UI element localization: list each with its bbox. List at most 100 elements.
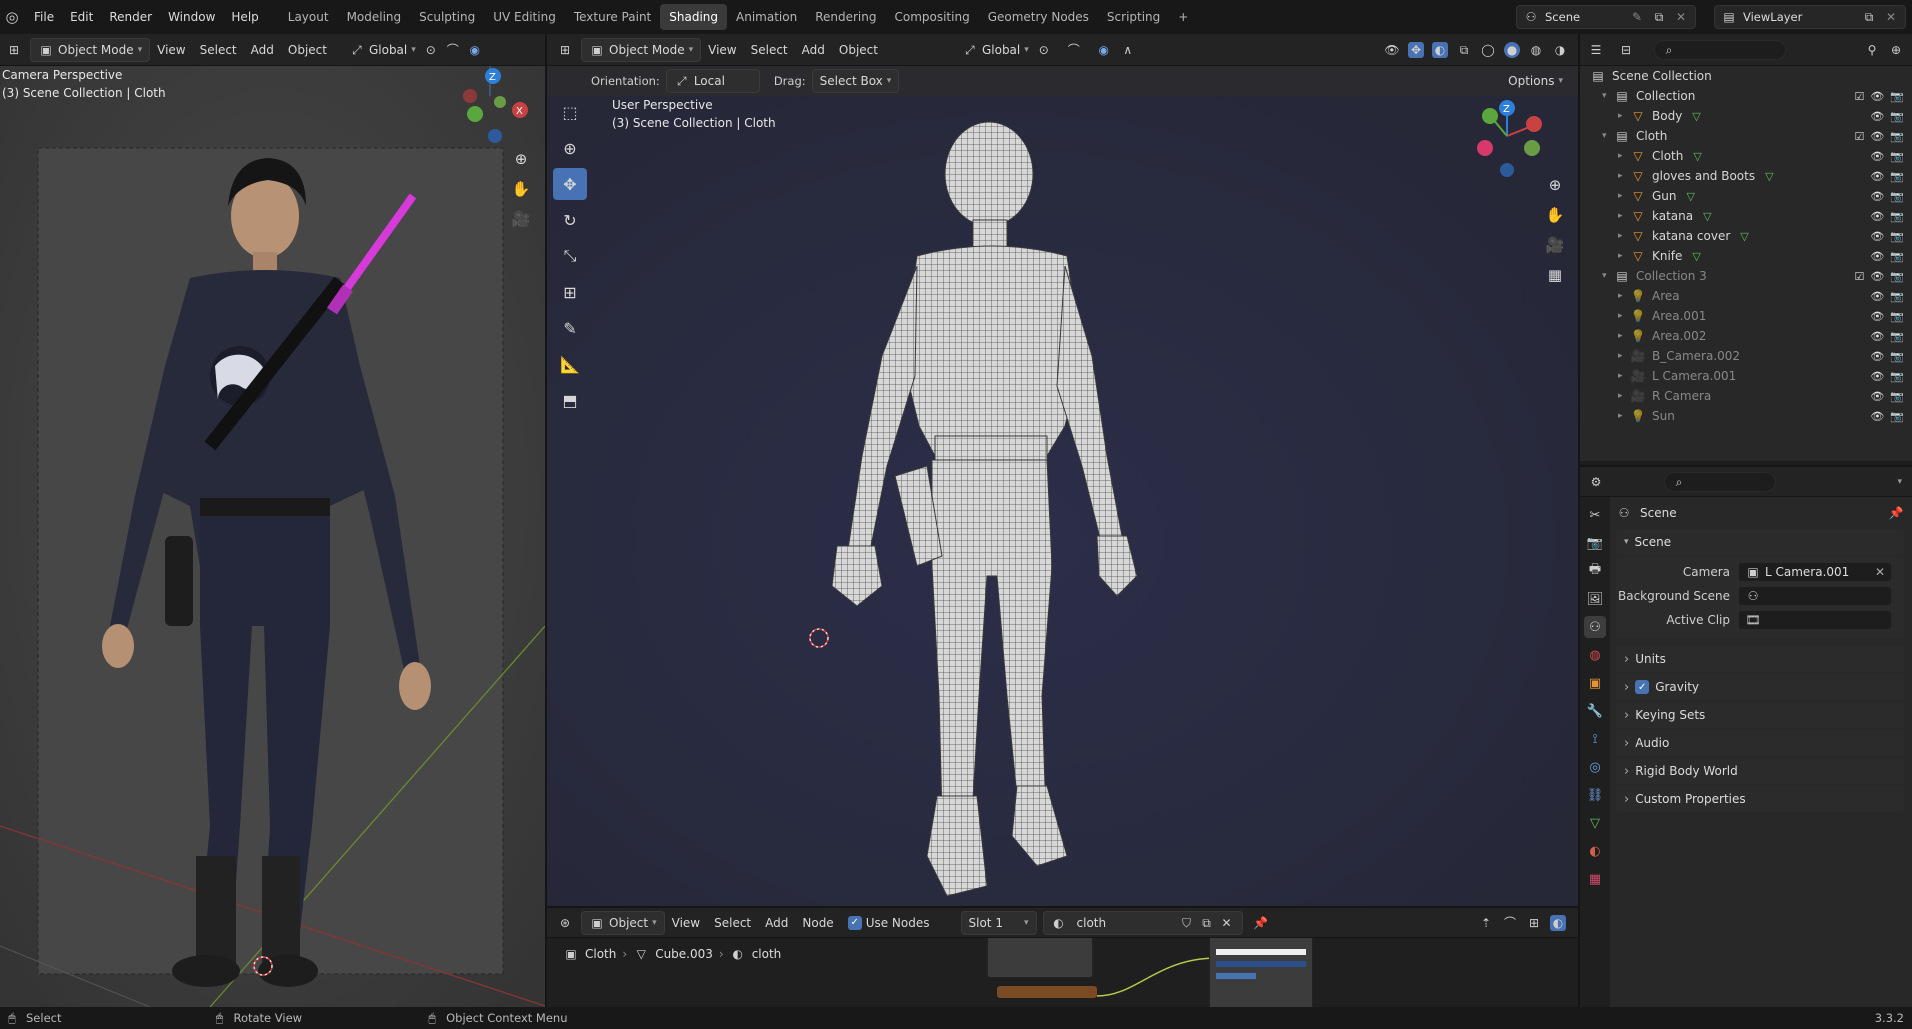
tab-animation[interactable]: Animation	[727, 4, 806, 30]
properties-search[interactable]: ⌕	[1664, 471, 1776, 492]
outliner-row[interactable]: ▸ ▽ Cloth ▽ 👁 📷	[1580, 146, 1912, 166]
measure-icon[interactable]: 📐	[553, 348, 587, 380]
editor-type-icon[interactable]: ⊞	[6, 42, 22, 58]
editor-type-icon[interactable]: ☰	[1588, 42, 1604, 58]
pivot-icon[interactable]: ⊙	[423, 42, 439, 58]
editor-type-icon[interactable]: ⊞	[557, 42, 573, 58]
move-icon[interactable]: ✥	[553, 168, 587, 200]
material-shading-icon[interactable]: ◍	[1528, 42, 1544, 58]
menu-view[interactable]: View	[150, 38, 192, 62]
chevron-right-icon[interactable]: ▸	[1618, 171, 1630, 181]
render-icon[interactable]: 📷	[1890, 330, 1904, 343]
exclude-checkbox[interactable]: ☑	[1854, 130, 1864, 143]
panel-audio[interactable]: › Audio	[1616, 730, 1904, 756]
eye-icon[interactable]: 👁	[1870, 90, 1884, 103]
eye-icon[interactable]: 👁	[1870, 310, 1884, 323]
menu-add[interactable]: Add	[795, 38, 832, 62]
chevron-right-icon[interactable]: ▸	[1618, 391, 1630, 401]
world-tab-icon[interactable]: ◍	[1584, 644, 1606, 666]
eye-icon[interactable]: 👁	[1870, 170, 1884, 183]
tool-tab-icon[interactable]: ✂	[1584, 504, 1606, 526]
render-icon[interactable]: 📷	[1890, 410, 1904, 423]
chevron-down-icon[interactable]: ▾	[1602, 91, 1614, 101]
tab-uv-editing[interactable]: UV Editing	[484, 4, 565, 30]
outliner-row[interactable]: ▸ ▽ katana cover ▽ 👁 📷	[1580, 226, 1912, 246]
main-viewport[interactable]: Z User Perspective (3) Scene Collection …	[547, 96, 1578, 906]
scene-selector[interactable]: ⚇ Scene ✎ ⧉ ✕	[1516, 5, 1696, 29]
drag-select-box-dropdown[interactable]: Select Box ▾	[811, 69, 900, 93]
node-object-dropdown[interactable]: ▣ Object ▾	[581, 910, 665, 935]
outliner-row[interactable]: ▸ ▽ Body ▽ 👁 📷	[1580, 106, 1912, 126]
select-box-tool[interactable]: ⬚	[553, 96, 587, 128]
constraints-tab-icon[interactable]: ⛓	[1584, 784, 1606, 806]
menu-select[interactable]: Select	[744, 38, 795, 62]
menu-render[interactable]: Render	[101, 10, 160, 24]
eye-icon[interactable]: 👁	[1870, 250, 1884, 263]
render-icon[interactable]: 📷	[1890, 210, 1904, 223]
scale-icon[interactable]: ⤡	[553, 240, 587, 272]
tab-layout[interactable]: Layout	[279, 4, 338, 30]
outliner-row[interactable]: ▸ 💡 Sun 👁 📷	[1580, 406, 1912, 426]
exclude-checkbox[interactable]: ☑	[1854, 270, 1864, 283]
render-icon[interactable]: 📷	[1890, 370, 1904, 383]
color-ramp-node[interactable]	[997, 986, 1097, 998]
eye-icon[interactable]: 👁	[1870, 390, 1884, 403]
wrench-icon[interactable]: 🔧	[1584, 700, 1606, 722]
snap-target-icon[interactable]: ⊞	[1526, 915, 1542, 931]
camera-field[interactable]: ▣ L Camera.001 ✕	[1738, 562, 1892, 582]
chevron-right-icon[interactable]: ▸	[1618, 311, 1630, 321]
pin-icon[interactable]: 📌	[1253, 915, 1269, 931]
principled-bsdf-node[interactable]	[1209, 938, 1313, 1007]
eye-icon[interactable]: 👁	[1870, 110, 1884, 123]
pin-icon[interactable]: 📌	[1888, 505, 1904, 521]
particles-tab-icon[interactable]: ⟟	[1584, 728, 1606, 750]
eye-icon[interactable]: 👁	[1870, 410, 1884, 423]
eye-icon[interactable]: 👁	[1870, 230, 1884, 243]
slot-dropdown[interactable]: Slot 1 ▾	[960, 910, 1037, 935]
rotate-icon[interactable]: ↻	[553, 204, 587, 236]
menu-add[interactable]: Add	[244, 38, 281, 62]
use-nodes-toggle[interactable]: ✓ Use Nodes	[841, 911, 937, 935]
outliner-row[interactable]: ▾ ▤ Cloth ☑ 👁 📷	[1580, 126, 1912, 146]
tab-sculpting[interactable]: Sculpting	[410, 4, 484, 30]
annotate-icon[interactable]: ✎	[553, 312, 587, 344]
outliner-search[interactable]: ⌕	[1654, 39, 1786, 60]
render-icon[interactable]: 📷	[1890, 110, 1904, 123]
orientation-local-dropdown[interactable]: ⤢ Local	[665, 69, 760, 93]
new-scene-icon[interactable]: ⧉	[1651, 9, 1667, 25]
chevron-right-icon[interactable]: ▸	[1618, 211, 1630, 221]
snap-icon[interactable]: ⌒	[1066, 42, 1082, 58]
texture-tab-icon[interactable]: ▦	[1584, 868, 1606, 890]
active-clip-field[interactable]: 🎞	[1738, 610, 1892, 630]
chevron-right-icon[interactable]: ▸	[1618, 351, 1630, 361]
chevron-right-icon[interactable]: ▸	[1618, 251, 1630, 261]
render-icon[interactable]: 📷	[1584, 532, 1606, 554]
outliner-row[interactable]: ▸ ▽ Gun ▽ 👁 📷	[1580, 186, 1912, 206]
display-mode-icon[interactable]: ⊟	[1618, 42, 1634, 58]
camera-icon[interactable]: 🎥	[1542, 232, 1568, 258]
eye-icon[interactable]: 👁	[1870, 150, 1884, 163]
hand-icon[interactable]: ✋	[508, 176, 534, 202]
options-dropdown[interactable]: Options ▾	[1501, 69, 1570, 93]
tab-scripting[interactable]: Scripting	[1098, 4, 1169, 30]
scene-panel-header[interactable]: ▾ Scene	[1616, 529, 1904, 555]
left-mode-dropdown[interactable]: ▣ Object Mode ▾	[30, 37, 151, 62]
menu-add[interactable]: Add	[758, 911, 795, 935]
chevron-right-icon[interactable]: ▸	[1618, 291, 1630, 301]
chevron-right-icon[interactable]: ▸	[1618, 231, 1630, 241]
falloff-icon[interactable]: ∧	[1120, 42, 1136, 58]
outliner-row[interactable]: ▸ ▽ katana ▽ 👁 📷	[1580, 206, 1912, 226]
render-icon[interactable]: 📷	[1890, 90, 1904, 103]
render-icon[interactable]: 📷	[1890, 130, 1904, 143]
menu-help[interactable]: Help	[223, 10, 266, 24]
outliner-row[interactable]: ▸ 🎥 R Camera 👁 📷	[1580, 386, 1912, 406]
snap-icon[interactable]: ⌒	[445, 42, 461, 58]
object-tab-icon[interactable]: ▣	[1584, 672, 1606, 694]
render-icon[interactable]: 📷	[1890, 250, 1904, 263]
proportional-icon[interactable]: ◉	[467, 42, 483, 58]
pin-icon[interactable]: ✎	[1629, 9, 1645, 25]
grid-icon[interactable]: ▦	[1542, 262, 1568, 288]
outliner-row[interactable]: ▸ ▽ gloves and Boots ▽ 👁 📷	[1580, 166, 1912, 186]
main-orientation-dropdown[interactable]: ⤢ Global ▾	[955, 38, 1036, 62]
menu-view[interactable]: View	[665, 911, 707, 935]
